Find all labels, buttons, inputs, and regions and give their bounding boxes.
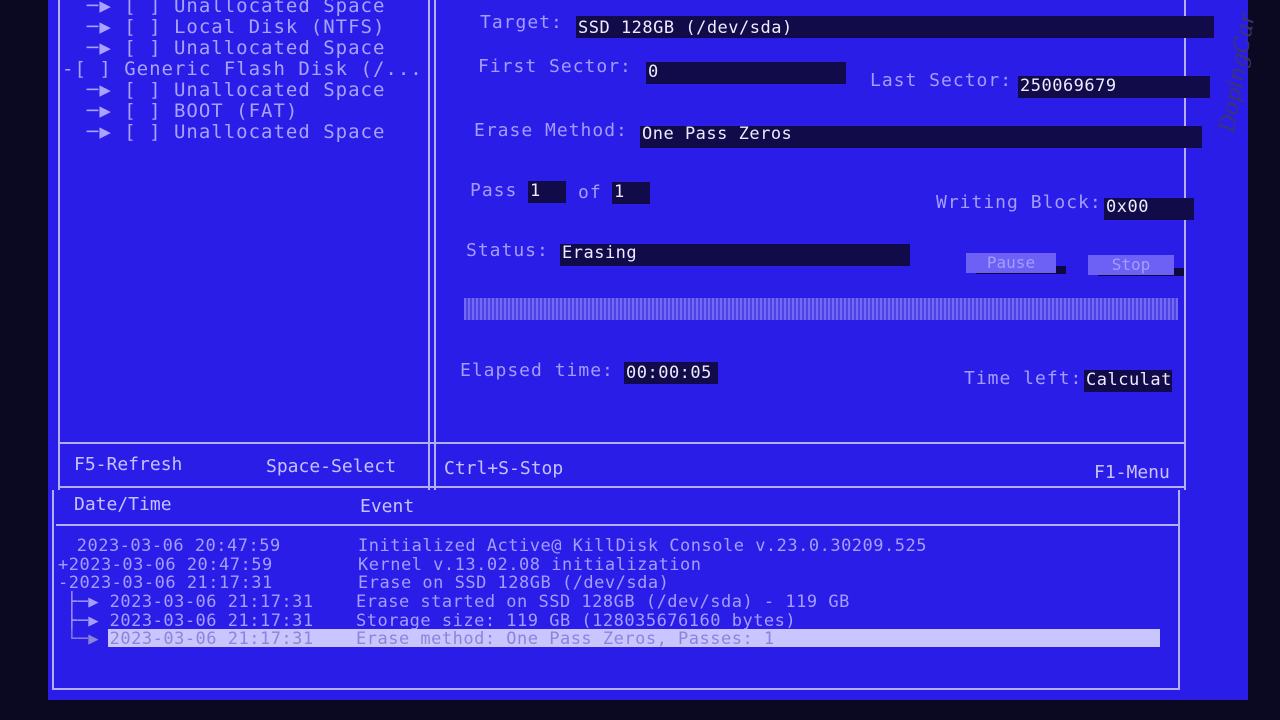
tree-prefix: ─▶ [ ] [62, 121, 174, 143]
status-value: Erasing [562, 243, 638, 263]
panel-divider-inner [434, 0, 436, 490]
left-panel-border [58, 0, 60, 490]
stop-button[interactable]: Stop [1088, 255, 1174, 275]
tree-label: Unallocated Space [173, 0, 386, 17]
writing-block-label: Writing Block: [936, 192, 1102, 213]
log-row-event: Erase method: One Pass Zeros, Passes: 1 [356, 629, 775, 649]
tree-item[interactable]: ─▶ [ ] Local Disk (NTFS) [62, 17, 423, 38]
log-row-time: └─▶ 2023-03-06 21:17:31 [56, 629, 314, 649]
erase-method-label: Erase Method: [474, 120, 628, 141]
log-row-event: Erase on SSD 128GB (/dev/sda) [358, 573, 670, 593]
device-tree: ─▶ [ ] Unallocated Space ─▶ [ ] Local Di… [62, 0, 423, 143]
log-row-time[interactable]: -2023-03-06 21:17:31 [58, 573, 273, 593]
footer-bottom-border [58, 486, 1186, 488]
footer-top-border [58, 442, 1186, 444]
erase-progress-bar [464, 298, 1178, 320]
panel-divider [428, 0, 430, 490]
tree-prefix: ─▶ [ ] [62, 100, 174, 122]
tree-item[interactable]: ─▶ [ ] Unallocated Space [62, 38, 423, 59]
log-col-event: Event [360, 496, 415, 517]
tree-prefix: ─▶ [ ] [62, 16, 174, 38]
of-value: 1 [614, 182, 625, 202]
log-row-time: ├─▶ 2023-03-06 21:17:31 [56, 611, 314, 631]
stop-hotkey[interactable]: Ctrl+S-Stop [444, 458, 563, 479]
pass-label: Pass [470, 180, 518, 201]
selected-row-time: └─▶ 2023-03-06 21:17:31 [56, 629, 314, 649]
tree-label: BOOT (FAT) [173, 100, 299, 122]
tree-label: Unallocated Space [173, 37, 386, 59]
first-sector-field [646, 62, 846, 84]
elapsed-time-value: 00:00:05 [626, 363, 712, 383]
select-hotkey[interactable]: Space-Select [266, 456, 396, 477]
tree-item[interactable]: ─▶ [ ] Unallocated Space [62, 80, 423, 101]
status-label: Status: [466, 240, 549, 261]
tree-prefix: ─▶ [ ] [62, 0, 174, 17]
erase-method-value: One Pass Zeros [642, 124, 793, 144]
tree-item[interactable]: ─▶ [ ] Unallocated Space [62, 122, 423, 143]
tree-item[interactable]: -[ ] Generic Flash Disk (/... [62, 59, 423, 80]
log-row-event: Erase started on SSD 128GB (/dev/sda) - … [356, 592, 850, 612]
tree-label: Unallocated Space [173, 79, 386, 101]
tree-prefix: -[ ] [62, 58, 125, 80]
last-sector-label: Last Sector: [870, 70, 1013, 91]
log-row-time: 2023-03-06 20:47:59 [66, 536, 281, 556]
pass-value: 1 [530, 181, 541, 201]
log-row-time: ├─▶ 2023-03-06 21:17:31 [56, 592, 314, 612]
tree-label: Local Disk (NTFS) [173, 16, 386, 38]
menu-hotkey[interactable]: F1-Menu [1094, 462, 1170, 483]
log-row-event: Kernel v.13.02.08 initialization [358, 555, 702, 575]
log-bottom-border [52, 688, 1180, 690]
tree-prefix: ─▶ [ ] [62, 79, 174, 101]
log-row-event: Storage size: 119 GB (128035676160 bytes… [356, 611, 797, 631]
target-value: SSD 128GB (/dev/sda) [578, 18, 793, 38]
of-label: of [578, 182, 602, 203]
pause-button[interactable]: Pause [966, 253, 1056, 273]
target-label: Target: [480, 12, 563, 33]
killdisk-console-screen: ─▶ [ ] Unallocated Space ─▶ [ ] Local Di… [48, 0, 1248, 700]
last-sector-value: 250069679 [1020, 76, 1117, 96]
log-row-time[interactable]: +2023-03-06 20:47:59 [58, 555, 273, 575]
log-col-datetime: Date/Time [74, 494, 172, 515]
first-sector-value: 0 [648, 62, 659, 82]
tree-item[interactable]: ─▶ [ ] Unallocated Space [62, 0, 423, 17]
log-left-border [52, 490, 54, 690]
tree-label: Generic Flash Disk (/... [124, 58, 423, 80]
writing-block-value: 0x00 [1106, 197, 1149, 217]
log-header-border [56, 524, 1178, 526]
elapsed-time-label: Elapsed time: [460, 360, 614, 381]
tree-label: Unallocated Space [173, 121, 386, 143]
selected-row-event: Erase method: One Pass Zeros, Passes: 1 [356, 629, 775, 649]
first-sector-label: First Sector: [478, 56, 632, 77]
log-right-border [1178, 490, 1180, 690]
time-left-value: Calculat [1086, 370, 1172, 390]
log-row-event: Initialized Active@ KillDisk Console v.2… [358, 536, 927, 556]
tree-item[interactable]: ─▶ [ ] BOOT (FAT) [62, 101, 423, 122]
tree-prefix: ─▶ [ ] [62, 37, 174, 59]
refresh-hotkey[interactable]: F5-Refresh [74, 454, 182, 475]
time-left-label: Time left: [964, 368, 1083, 389]
right-panel-border [1184, 0, 1186, 490]
